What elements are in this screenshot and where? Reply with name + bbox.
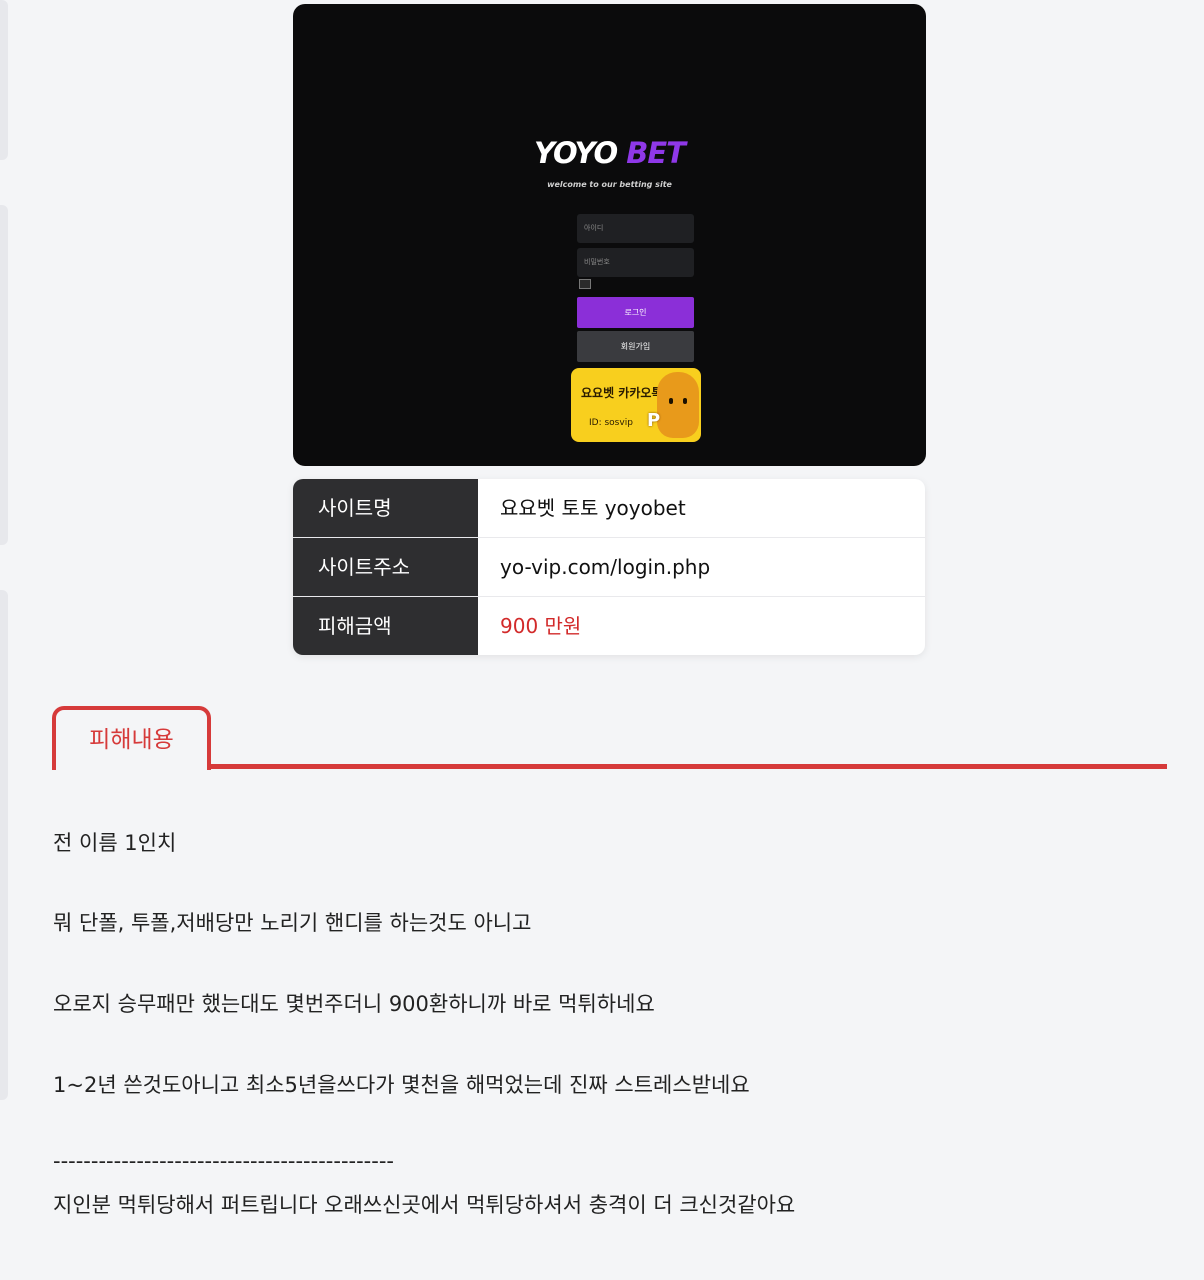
site-logo: YOYO BET [293,136,926,170]
info-key: 사이트주소 [293,538,478,596]
left-edge-strip [0,205,8,545]
logo-accent: BET [626,136,686,170]
kakao-title: 요요벳 카카오톡 [581,386,663,400]
tab-damage-details[interactable]: 피해내용 [52,706,211,770]
screenshot-login-button: 로그인 [577,297,694,328]
kakao-eye [683,398,687,404]
screenshot-id-field: 아이디 [577,214,694,243]
logo-main: YOYO [534,136,618,170]
screenshot-checkbox [579,279,591,289]
content-line: 전 이름 1인치 [53,831,177,855]
info-value: yo-vip.com/login.php [500,555,711,579]
info-value: 요요벳 토토 yoyobet [500,496,686,520]
kakao-character-icon [657,372,699,438]
info-key: 피해금액 [293,597,478,655]
info-key: 사이트명 [293,479,478,537]
info-row-site-url: 사이트주소 yo-vip.com/login.php [293,538,925,597]
tab-underline [207,764,1167,769]
left-edge-strip [0,590,8,1100]
left-edge-strip [0,0,8,160]
site-tagline: welcome to our betting site [547,180,672,189]
kakao-id: ID: sosvip [589,418,633,428]
info-row-site-name: 사이트명 요요벳 토토 yoyobet [293,479,925,538]
kakao-p-badge: P [647,410,661,431]
kakao-banner: 요요벳 카카오톡 ID: sosvip P [571,368,701,442]
content-line: 지인분 먹튀당해서 퍼트립니다 오래쓰신곳에서 먹튀당하셔서 충격이 더 크신것… [53,1193,796,1217]
content-line: 뭐 단폴, 투폴,저배당만 노리기 핸디를 하는것도 아니고 [53,911,532,935]
kakao-eye [669,398,673,404]
site-info-table: 사이트명 요요벳 토토 yoyobet 사이트주소 yo-vip.com/log… [293,479,925,655]
site-screenshot: YOYO BET welcome to our betting site 아이디… [293,4,926,466]
screenshot-join-button: 회원가입 [577,331,694,362]
info-row-damage-amount: 피해금액 900 만원 [293,597,925,655]
damage-amount: 900 만원 [500,614,582,638]
content-line: 오로지 승무패만 했는대도 몇번주더니 900환하니까 바로 먹튀하네요 [53,992,655,1016]
content-line: 1~2년 쓴것도아니고 최소5년을쓰다가 몇천을 해먹었는데 진짜 스트레스받네… [53,1073,750,1097]
screenshot-password-field: 비밀번호 [577,248,694,277]
content-divider: ----------------------------------------… [53,1149,394,1173]
